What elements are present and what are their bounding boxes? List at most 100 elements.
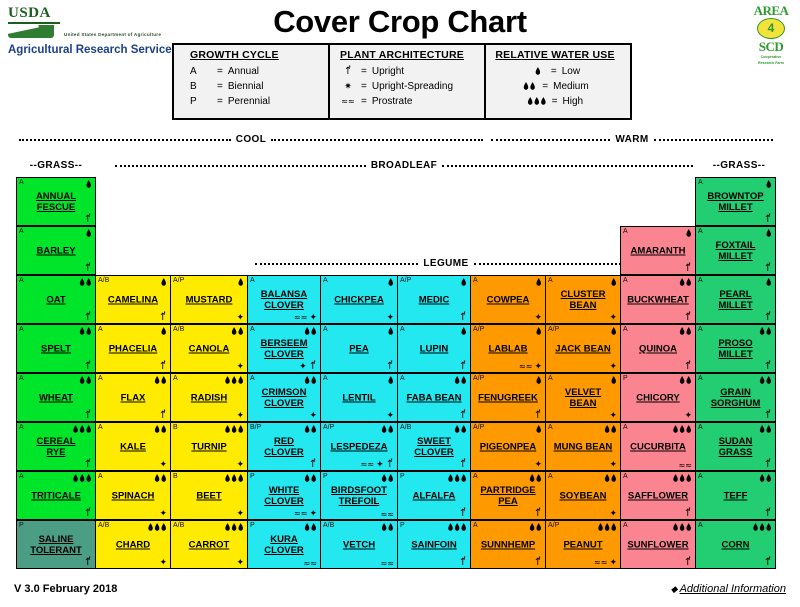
crop-cell[interactable]: A FOXTAIL MILLET ↑̓ [695, 226, 776, 275]
plant-architecture-icons: ↑̓ [682, 313, 692, 323]
area4-bottom-text: SCD [758, 39, 784, 54]
crop-cell[interactable]: A FLAX ↑̓ [95, 373, 171, 422]
crop-cell[interactable]: B/P RED CLOVER ↑̓ [247, 422, 321, 471]
crop-cell[interactable]: P BIRDSFOOT TREFOIL ≈≈ [320, 471, 398, 520]
crop-cell[interactable]: A PEARL MILLET ↑̓ [695, 275, 776, 324]
crop-cell[interactable]: A CUCURBITA ≈≈ [620, 422, 696, 471]
crop-cell[interactable]: A SUDAN GRASS ↑̓ [695, 422, 776, 471]
water-drop-icon [679, 474, 685, 482]
crop-cell[interactable]: B BEET ✦ [170, 471, 248, 520]
upright-spreading-icon: ✦ [236, 558, 244, 568]
crop-cell[interactable]: A BALANSA CLOVER ≈≈ ✦ [247, 275, 321, 324]
crop-name: WHEAT [38, 392, 74, 403]
crop-cell[interactable]: A VELVET BEAN ✦ [545, 373, 621, 422]
crop-cell[interactable]: A CORN ↑̓ [695, 520, 776, 569]
water-drop-icon [611, 474, 616, 482]
crop-cell[interactable]: A CLUSTER BEAN ✦ [545, 275, 621, 324]
additional-information-link[interactable]: ◆ Additional Information [671, 583, 786, 595]
crop-name: TRITICALE [31, 490, 81, 501]
growth-cycle-label: A [323, 375, 328, 382]
water-drop-icon [679, 376, 685, 384]
crop-cell[interactable]: A COWPEA ✦ [470, 275, 546, 324]
crop-cell[interactable]: A/B CANOLA ✦ [170, 324, 248, 373]
legend-label-upright: Upright [371, 66, 405, 77]
crop-cell[interactable]: A/P PEANUT ≈≈ ✦ [545, 520, 621, 569]
plant-architecture-icons: ✦ [607, 313, 617, 323]
growth-cycle-label: P [250, 473, 255, 480]
crop-cell[interactable]: P SALINE TOLERANT ↑̓ [16, 520, 96, 569]
crop-cell[interactable]: A/P LABLAB ≈≈ ✦ [470, 324, 546, 373]
legend-row-prostrate: ≈≈ = Prostrate [340, 94, 478, 109]
crop-cell[interactable]: A SUNNHEMP ↑̓ [470, 520, 546, 569]
upright-icon: ↑̓ [763, 263, 772, 274]
crop-cell[interactable]: A RADISH ✦ [170, 373, 248, 422]
crop-cell[interactable]: P CHICORY ✦ [620, 373, 696, 422]
crop-cell[interactable]: A BARLEY ↑̓ [16, 226, 96, 275]
crop-cell[interactable]: A CRIMSON CLOVER ✦ [247, 373, 321, 422]
upright-spreading-icon: ✦ [534, 313, 542, 323]
crop-cell[interactable]: P WHITE CLOVER ≈≈ ✦ [247, 471, 321, 520]
growth-cycle-label: P [400, 522, 405, 529]
crop-cell[interactable]: A BUCKWHEAT ↑̓ [620, 275, 696, 324]
crop-cell[interactable]: P SAINFOIN ↑̓ [397, 520, 471, 569]
water-use-drops [72, 473, 92, 482]
crop-cell[interactable]: A FABA BEAN ↑̓ [397, 373, 471, 422]
crop-name: VELVET BEAN [564, 386, 602, 409]
crop-cell[interactable]: A AMARANTH ↑̓ [620, 226, 696, 275]
crop-cell[interactable]: A SOYBEAN ✦ [545, 471, 621, 520]
crop-cell[interactable]: A/B VETCH ≈≈ [320, 520, 398, 569]
crop-cell[interactable]: A/B CAMELINA ↑̓ [95, 275, 171, 324]
crop-cell[interactable]: A/P MEDIC ↑̓ [397, 275, 471, 324]
crop-cell[interactable]: A QUINOA ↑̓ [620, 324, 696, 373]
water-drop-icon [311, 474, 316, 482]
crop-cell[interactable]: A ANNUAL FESCUE ↑̓ [16, 177, 96, 226]
crop-cell[interactable]: A PROSO MILLET ↑̓ [695, 324, 776, 373]
upright-icon: ↑̓ [385, 459, 394, 470]
crop-cell[interactable]: A/P FENUGREEK ↑̓ [470, 373, 546, 422]
crop-cell[interactable]: A MUNG BEAN ✦ [545, 422, 621, 471]
growth-cycle-label: A [98, 473, 103, 480]
prostrate-icon: ≈≈ [519, 362, 533, 371]
crop-cell[interactable]: A LENTIL ✦ [320, 373, 398, 422]
crop-cell[interactable]: A WHEAT ↑̓ [16, 373, 96, 422]
legend-relative-water-use: RELATIVE WATER USE = Low = Medium = High [484, 45, 630, 118]
crop-cell[interactable]: A OAT ↑̓ [16, 275, 96, 324]
crop-cell[interactable]: A/P PIGEONPEA ✦ [470, 422, 546, 471]
legend-eq-upright: = [361, 66, 367, 77]
legend-growth-cycle: GROWTH CYCLE A = Annual B = Biennial P =… [174, 45, 328, 118]
legend-water-title: RELATIVE WATER USE [495, 49, 615, 61]
crop-cell[interactable]: A/B CHARD ✦ [95, 520, 171, 569]
crop-cell[interactable]: A PARTRIDGE PEA ↑̓ [470, 471, 546, 520]
crop-cell[interactable]: A/P JACK BEAN ✦ [545, 324, 621, 373]
crop-cell[interactable]: A CHICKPEA ✦ [320, 275, 398, 324]
crop-cell[interactable]: A BERSEEM CLOVER ✦ ↑̓ [247, 324, 321, 373]
crop-cell[interactable]: A SUNFLOWER ↑̓ [620, 520, 696, 569]
crop-cell[interactable]: A SPINACH ✦ [95, 471, 171, 520]
crop-cell[interactable]: A SPELT ↑̓ [16, 324, 96, 373]
crop-cell[interactable]: A BROWNTOP MILLET ↑̓ [695, 177, 776, 226]
water-drop-icon [79, 425, 85, 433]
legend-key-b: B [190, 81, 197, 92]
crop-cell[interactable]: P KURA CLOVER ≈≈ [247, 520, 321, 569]
crop-cell[interactable]: A/B CARROT ✦ [170, 520, 248, 569]
crop-cell[interactable]: A SAFFLOWER ↑̓ [620, 471, 696, 520]
plant-architecture-icons: ↑̓ [762, 460, 772, 470]
growth-cycle-label: P [19, 522, 24, 529]
crop-cell[interactable]: A PHACELIA ↑̓ [95, 324, 171, 373]
crop-cell[interactable]: A PEA ↑̓ [320, 324, 398, 373]
crop-cell[interactable]: B TURNIP ✦ [170, 422, 248, 471]
crop-cell[interactable]: A/P MUSTARD ✦ [170, 275, 248, 324]
crop-cell[interactable]: A TRITICALE ↑̓ [16, 471, 96, 520]
crop-cell[interactable]: A KALE ✦ [95, 422, 171, 471]
crop-cell[interactable]: A/B SWEET CLOVER ↑̓ [397, 422, 471, 471]
area4-number: 4 [757, 18, 785, 39]
crop-cell[interactable]: A LUPIN ↑̓ [397, 324, 471, 373]
water-use-drops [79, 277, 92, 286]
upright-icon: ↑̓ [308, 459, 317, 470]
crop-cell[interactable]: A GRAIN SORGHUM ↑̓ [695, 373, 776, 422]
section-label-broadleaf: BROADLEAF [112, 160, 696, 171]
crop-cell[interactable]: A/P LESPEDEZA ≈≈ ✦ ↑̓ [320, 422, 398, 471]
crop-cell[interactable]: A TEFF ↑̓ [695, 471, 776, 520]
crop-cell[interactable]: P ALFALFA ↑̓ [397, 471, 471, 520]
crop-cell[interactable]: A CEREAL RYE ↑̓ [16, 422, 96, 471]
